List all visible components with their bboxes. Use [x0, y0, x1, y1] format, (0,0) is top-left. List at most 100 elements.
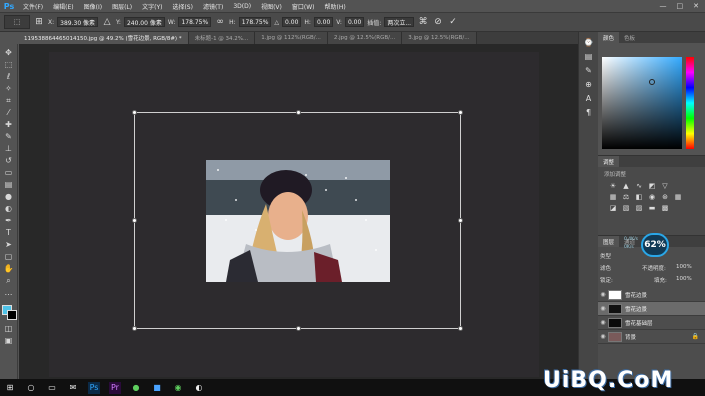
paragraph-panel-icon[interactable]: ¶	[586, 108, 591, 117]
opacity-field[interactable]: 100%	[676, 264, 692, 270]
threshold-icon[interactable]: ▨	[634, 204, 644, 212]
transform-handle-tr[interactable]	[458, 110, 463, 115]
brush-panel-icon[interactable]: ✎	[585, 66, 592, 75]
visibility-eye-icon[interactable]: ◉	[598, 333, 608, 340]
transform-handle-l[interactable]	[132, 218, 137, 223]
performance-badge[interactable]: 62%	[641, 233, 669, 257]
blur-tool-icon[interactable]: ●	[3, 192, 15, 202]
tab-layers[interactable]: 图层	[598, 236, 620, 247]
transform-handle-t[interactable]	[296, 110, 301, 115]
menu-help[interactable]: 帮助(H)	[320, 2, 351, 11]
warp-icon[interactable]: ⌘	[417, 16, 429, 28]
menu-3d[interactable]: 3D(D)	[228, 3, 256, 10]
hue-saturation-icon[interactable]: ▦	[608, 193, 618, 201]
height-field[interactable]: 178.75%	[238, 17, 272, 27]
curves-icon[interactable]: ∿	[634, 182, 644, 190]
app2-icon[interactable]: ◐	[193, 382, 205, 394]
invert-icon[interactable]: ◪	[608, 204, 618, 212]
menu-view[interactable]: 视图(V)	[256, 2, 287, 11]
tab-document-5[interactable]: 3.jpg @ 12.5%(RGB/...	[402, 32, 477, 44]
marquee-tool-icon[interactable]: ⬚	[3, 60, 15, 70]
color-picker-field[interactable]	[602, 57, 682, 149]
transform-handle-r[interactable]	[458, 218, 463, 223]
more-tools-icon[interactable]: …	[3, 288, 15, 298]
tab-swatches[interactable]: 色板	[619, 32, 640, 43]
interpolation-select[interactable]: 两次立...	[384, 17, 415, 27]
lasso-tool-icon[interactable]: ℓ	[3, 72, 15, 82]
photo-filter-icon[interactable]: ◉	[647, 193, 657, 201]
tab-document-4[interactable]: 2.jpg @ 12.5%(RGB/...	[327, 32, 403, 44]
transform-handle-bl[interactable]	[132, 326, 137, 331]
pen-tool-icon[interactable]: ✒	[3, 216, 15, 226]
menu-layer[interactable]: 图层(L)	[107, 2, 137, 11]
eraser-icon[interactable]: ▭	[3, 168, 15, 178]
browser-icon[interactable]: ●	[130, 382, 142, 394]
windows-start-icon[interactable]: ⊞	[4, 382, 16, 394]
minimize-button[interactable]: —	[660, 2, 667, 10]
tool-preset-picker[interactable]: ⬚	[4, 15, 30, 29]
history-brush-icon[interactable]: ↺	[3, 156, 15, 166]
color-balance-icon[interactable]: ⚖	[621, 193, 631, 201]
task-view-icon[interactable]: ▭	[46, 382, 58, 394]
cancel-transform-icon[interactable]: ⊘	[432, 16, 444, 28]
tab-document-active[interactable]: 1195388644650141​50.jpg @ 49.2% (雪花边景, R…	[18, 32, 189, 44]
clone-source-icon[interactable]: ⊕	[585, 80, 592, 89]
visibility-eye-icon[interactable]: ◉	[598, 305, 608, 312]
vskew-field[interactable]: 0.00	[344, 17, 365, 27]
crop-tool-icon[interactable]: ⌗	[3, 96, 15, 106]
hskew-field[interactable]: 0.00	[313, 17, 334, 27]
layer-row-selected[interactable]: ◉ 雪花边景	[598, 302, 705, 316]
link-icon[interactable]: ∞	[214, 16, 226, 28]
color-lookup-icon[interactable]: ▦	[673, 193, 683, 201]
transform-handle-b[interactable]	[296, 326, 301, 331]
character-panel-icon[interactable]: A	[586, 94, 591, 103]
selective-color-icon[interactable]: ▩	[660, 204, 670, 212]
hue-slider[interactable]	[686, 57, 694, 149]
menu-file[interactable]: 文件(F)	[18, 2, 48, 11]
kind-filter[interactable]: 类型	[600, 252, 611, 260]
layer-row[interactable]: ◉ 背景 🔒	[598, 330, 705, 344]
app-icon[interactable]: ■	[151, 382, 163, 394]
move-tool-icon[interactable]: ✥	[3, 48, 15, 58]
shape-tool-icon[interactable]: ▢	[3, 252, 15, 262]
type-tool-icon[interactable]: T	[3, 228, 15, 238]
free-transform-box[interactable]	[132, 110, 463, 331]
tab-document-3[interactable]: 1.jpg @ 112%(RGB/...	[255, 32, 328, 44]
background-color[interactable]	[6, 310, 17, 320]
vibrance-icon[interactable]: ▽	[660, 182, 670, 190]
quick-mask-icon[interactable]: ◫	[3, 324, 15, 334]
premiere-task-icon[interactable]: Pr	[109, 381, 121, 394]
commit-transform-icon[interactable]: ✓	[447, 16, 459, 28]
channel-mixer-icon[interactable]: ⊛	[660, 193, 670, 201]
x-field[interactable]: 389.30 像素	[57, 17, 99, 27]
menu-filter[interactable]: 滤镜(T)	[198, 2, 228, 11]
brightness-icon[interactable]: ☀	[608, 182, 618, 190]
search-icon[interactable]: ○	[25, 382, 37, 394]
visibility-eye-icon[interactable]: ◉	[598, 319, 608, 326]
zoom-tool-icon[interactable]: ⌕	[3, 276, 15, 286]
visibility-eye-icon[interactable]: ◉	[598, 291, 608, 298]
posterize-icon[interactable]: ▧	[621, 204, 631, 212]
hand-tool-icon[interactable]: ✋	[3, 264, 15, 274]
black-white-icon[interactable]: ◧	[634, 193, 644, 201]
layer-row[interactable]: ◉ 雪花基础层	[598, 316, 705, 330]
close-button[interactable]: ✕	[693, 2, 699, 10]
delta-icon[interactable]: △	[101, 16, 113, 28]
brush-tool-icon[interactable]: ✎	[3, 132, 15, 142]
wechat-icon[interactable]: ◉	[172, 382, 184, 394]
maximize-button[interactable]: □	[677, 2, 684, 10]
menu-type[interactable]: 文字(Y)	[137, 2, 167, 11]
transform-handle-tl[interactable]	[132, 110, 137, 115]
menu-image[interactable]: 图像(I)	[79, 2, 107, 11]
y-field[interactable]: 240.00 像素	[123, 17, 165, 27]
eyedropper-icon[interactable]: ⁄	[3, 108, 15, 118]
reference-point-icon[interactable]: ⊞	[33, 16, 45, 28]
transform-handle-br[interactable]	[458, 326, 463, 331]
tab-color[interactable]: 颜色	[598, 32, 620, 43]
menu-window[interactable]: 窗口(W)	[287, 2, 320, 11]
tab-adjustments[interactable]: 调整	[598, 156, 620, 167]
tab-document-2[interactable]: 未标题-1 @ 34.2%...	[188, 32, 256, 44]
screen-mode-icon[interactable]: ▣	[3, 336, 15, 346]
angle-field[interactable]: 0.00	[282, 17, 302, 27]
stamp-tool-icon[interactable]: ⊥	[3, 144, 15, 154]
